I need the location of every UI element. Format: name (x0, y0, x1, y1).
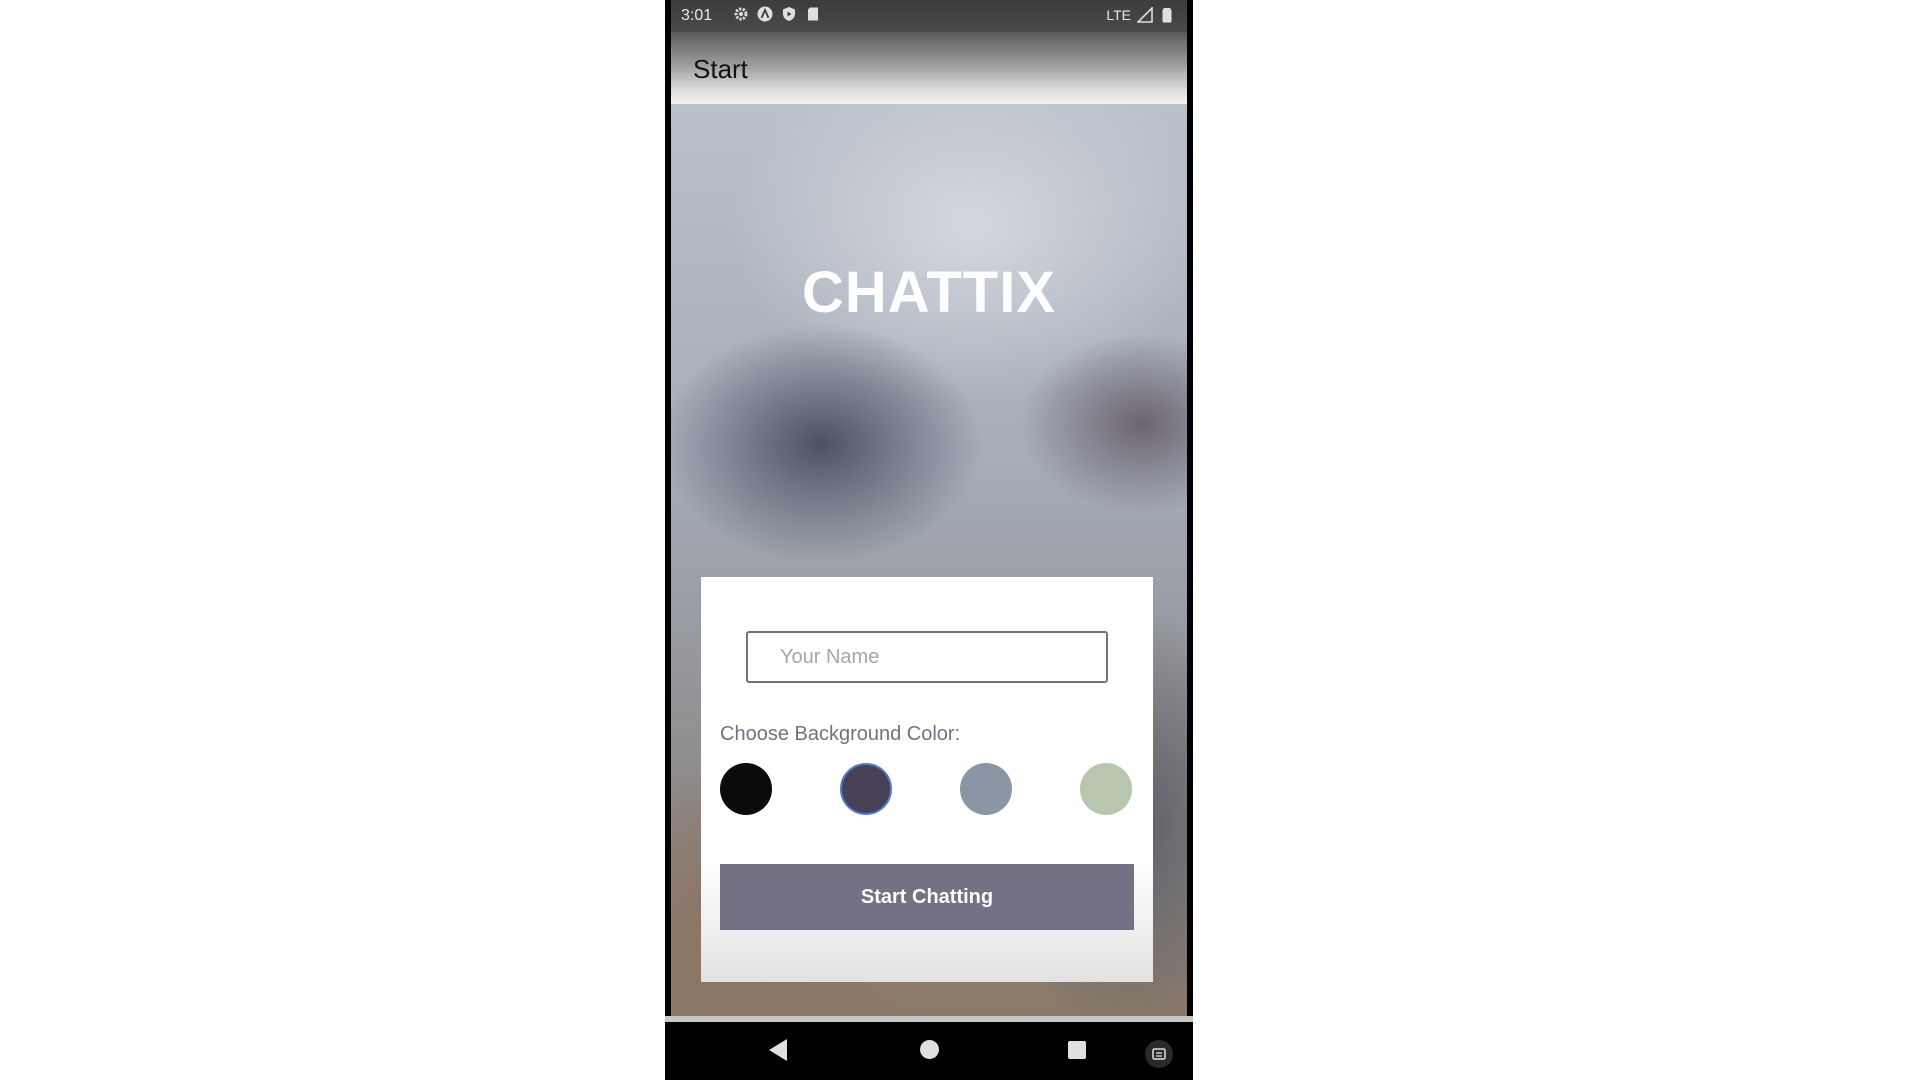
back-icon[interactable] (769, 1039, 787, 1061)
color-option-gray[interactable] (960, 763, 1012, 815)
background-image: CHATTIX Choose Background Color: Start C… (671, 104, 1187, 1016)
start-form-card: Choose Background Color: Start Chatting (701, 577, 1153, 982)
color-option-purple[interactable] (840, 763, 892, 815)
battery-icon (1159, 7, 1175, 23)
start-chatting-button[interactable]: Start Chatting (720, 864, 1134, 930)
screenshot-icon[interactable] (1145, 1040, 1173, 1068)
shield-play-icon (781, 6, 797, 22)
app-screen: 3:01 LTE Start CHATTIX Your Name Choose … (671, 0, 1187, 1016)
status-time: 3:01 (681, 7, 713, 24)
status-icons-left (733, 6, 821, 22)
name-input[interactable] (746, 631, 1108, 683)
recents-icon[interactable] (1068, 1041, 1086, 1059)
phone-frame: 3:01 LTE Start CHATTIX Your Name Choose … (665, 0, 1193, 1080)
page-title: Start (693, 54, 748, 84)
home-icon[interactable] (920, 1040, 939, 1059)
system-nav-bar (665, 1022, 1193, 1080)
network-type: LTE (1106, 7, 1131, 23)
settings-icon (733, 6, 749, 22)
app-bar: Start (671, 32, 1187, 104)
color-picker-label: Choose Background Color: (720, 723, 961, 745)
color-option-black[interactable] (720, 763, 772, 815)
status-bar: 3:01 LTE (671, 0, 1187, 32)
signal-icon (1137, 7, 1153, 23)
color-option-green[interactable] (1080, 763, 1132, 815)
app-name-heading: CHATTIX (801, 260, 1056, 325)
status-icons-right: LTE (1106, 7, 1175, 23)
sd-card-icon (805, 6, 821, 22)
app-a-icon (757, 6, 773, 22)
